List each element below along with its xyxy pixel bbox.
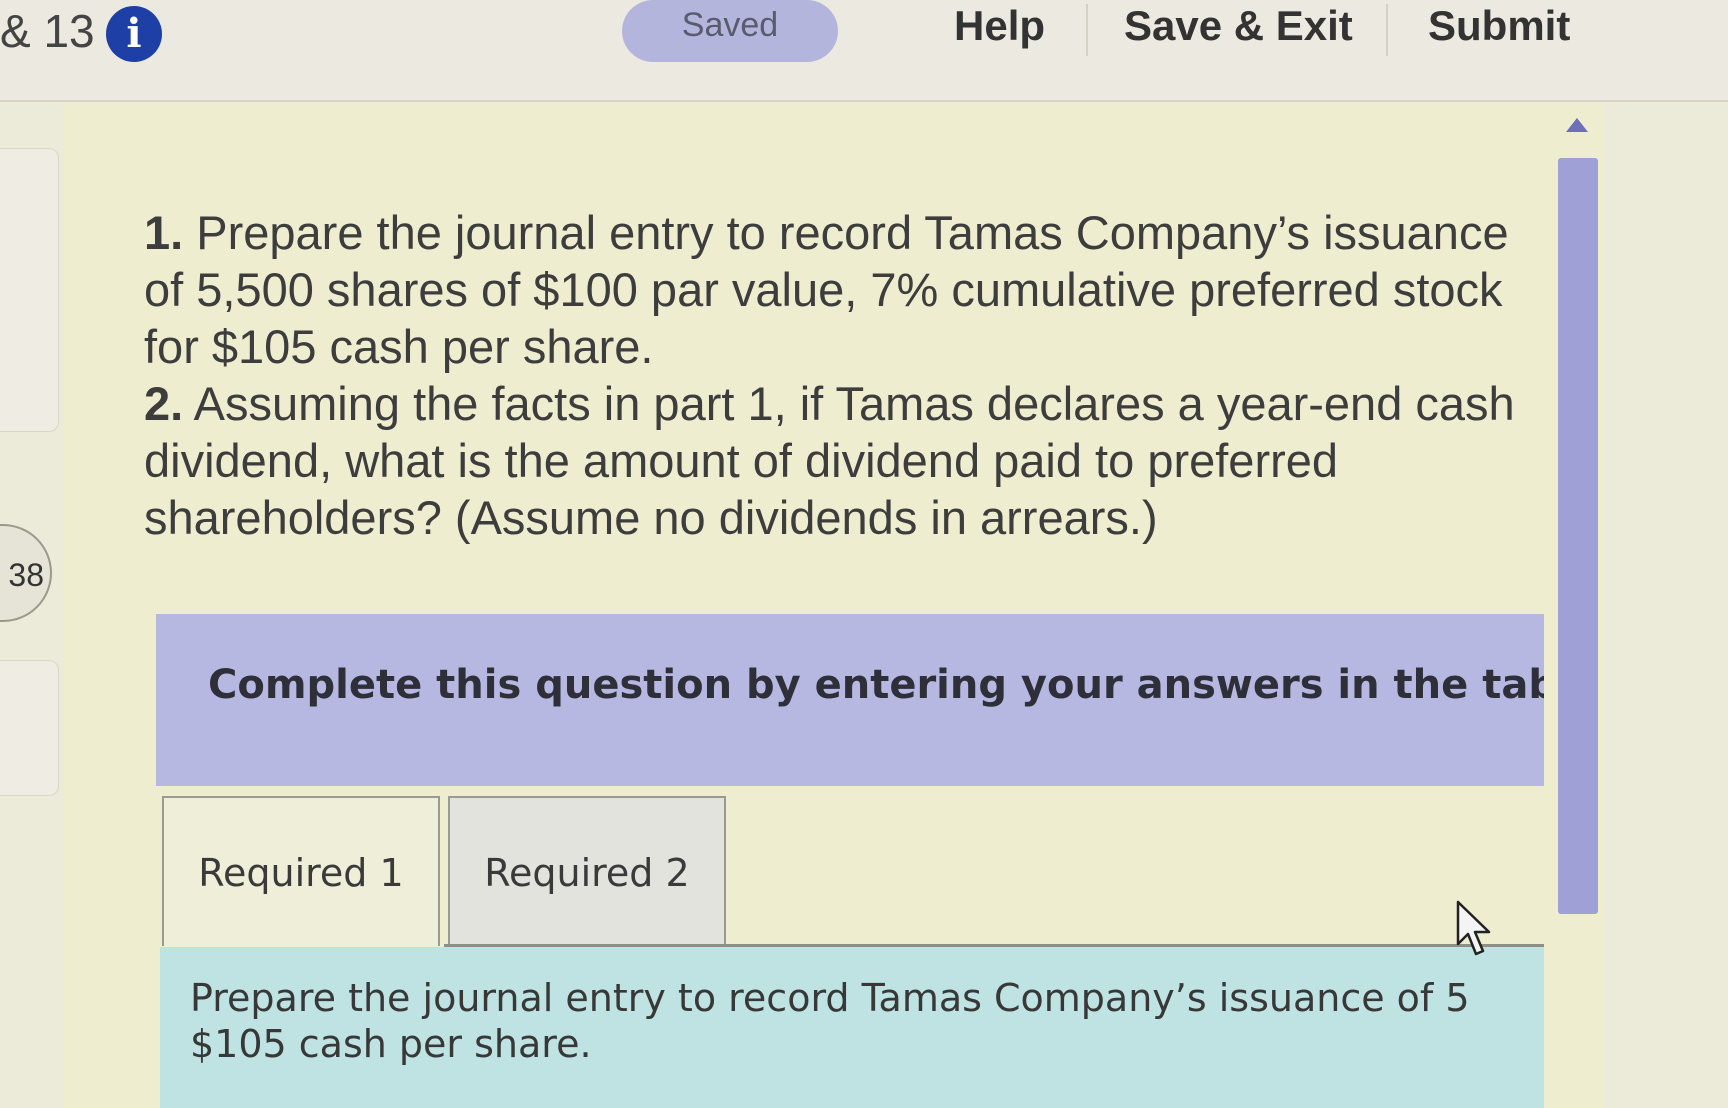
save-exit-button[interactable]: Save & Exit (1124, 2, 1353, 50)
tab-content: Prepare the journal entry to record Tama… (160, 947, 1544, 1108)
left-rail-panel (0, 660, 59, 796)
question-range: & 13 (0, 5, 95, 57)
instruction-banner: Complete this question by entering your … (156, 614, 1544, 786)
question-part-1: 1. Prepare the journal entry to record T… (144, 204, 1544, 375)
question-text: 1. Prepare the journal entry to record T… (144, 204, 1544, 546)
header-divider (1386, 4, 1388, 56)
help-button[interactable]: Help (954, 2, 1045, 50)
top-header: & 13 i Saved Help Save & Exit Submit (0, 0, 1728, 102)
question-panel: 1. Prepare the journal entry to record T… (64, 104, 1604, 1108)
tab-content-line: Prepare the journal entry to record Tama… (190, 976, 1470, 1020)
scrollbar-thumb[interactable] (1558, 158, 1598, 914)
tab-content-line: $105 cash per share. (190, 1022, 592, 1066)
question-number-badge[interactable]: 38 (0, 524, 52, 622)
submit-button[interactable]: Submit (1428, 2, 1570, 50)
question-part-2: 2. Assuming the facts in part 1, if Tama… (144, 375, 1544, 546)
tab-required-1[interactable]: Required 1 (162, 796, 440, 946)
part-number: 2. (144, 377, 184, 430)
header-divider (1086, 4, 1088, 56)
mouse-cursor-icon (1456, 900, 1491, 956)
part-text: Assuming the facts in part 1, if Tamas d… (144, 377, 1515, 544)
info-icon[interactable]: i (106, 6, 162, 62)
saved-status: Saved (622, 0, 838, 62)
part-number: 1. (144, 206, 184, 259)
scroll-up-arrow-icon[interactable] (1566, 118, 1588, 132)
part-text: Prepare the journal entry to record Tama… (144, 206, 1509, 373)
tab-required-2[interactable]: Required 2 (448, 796, 726, 946)
left-rail-panel (0, 148, 59, 432)
